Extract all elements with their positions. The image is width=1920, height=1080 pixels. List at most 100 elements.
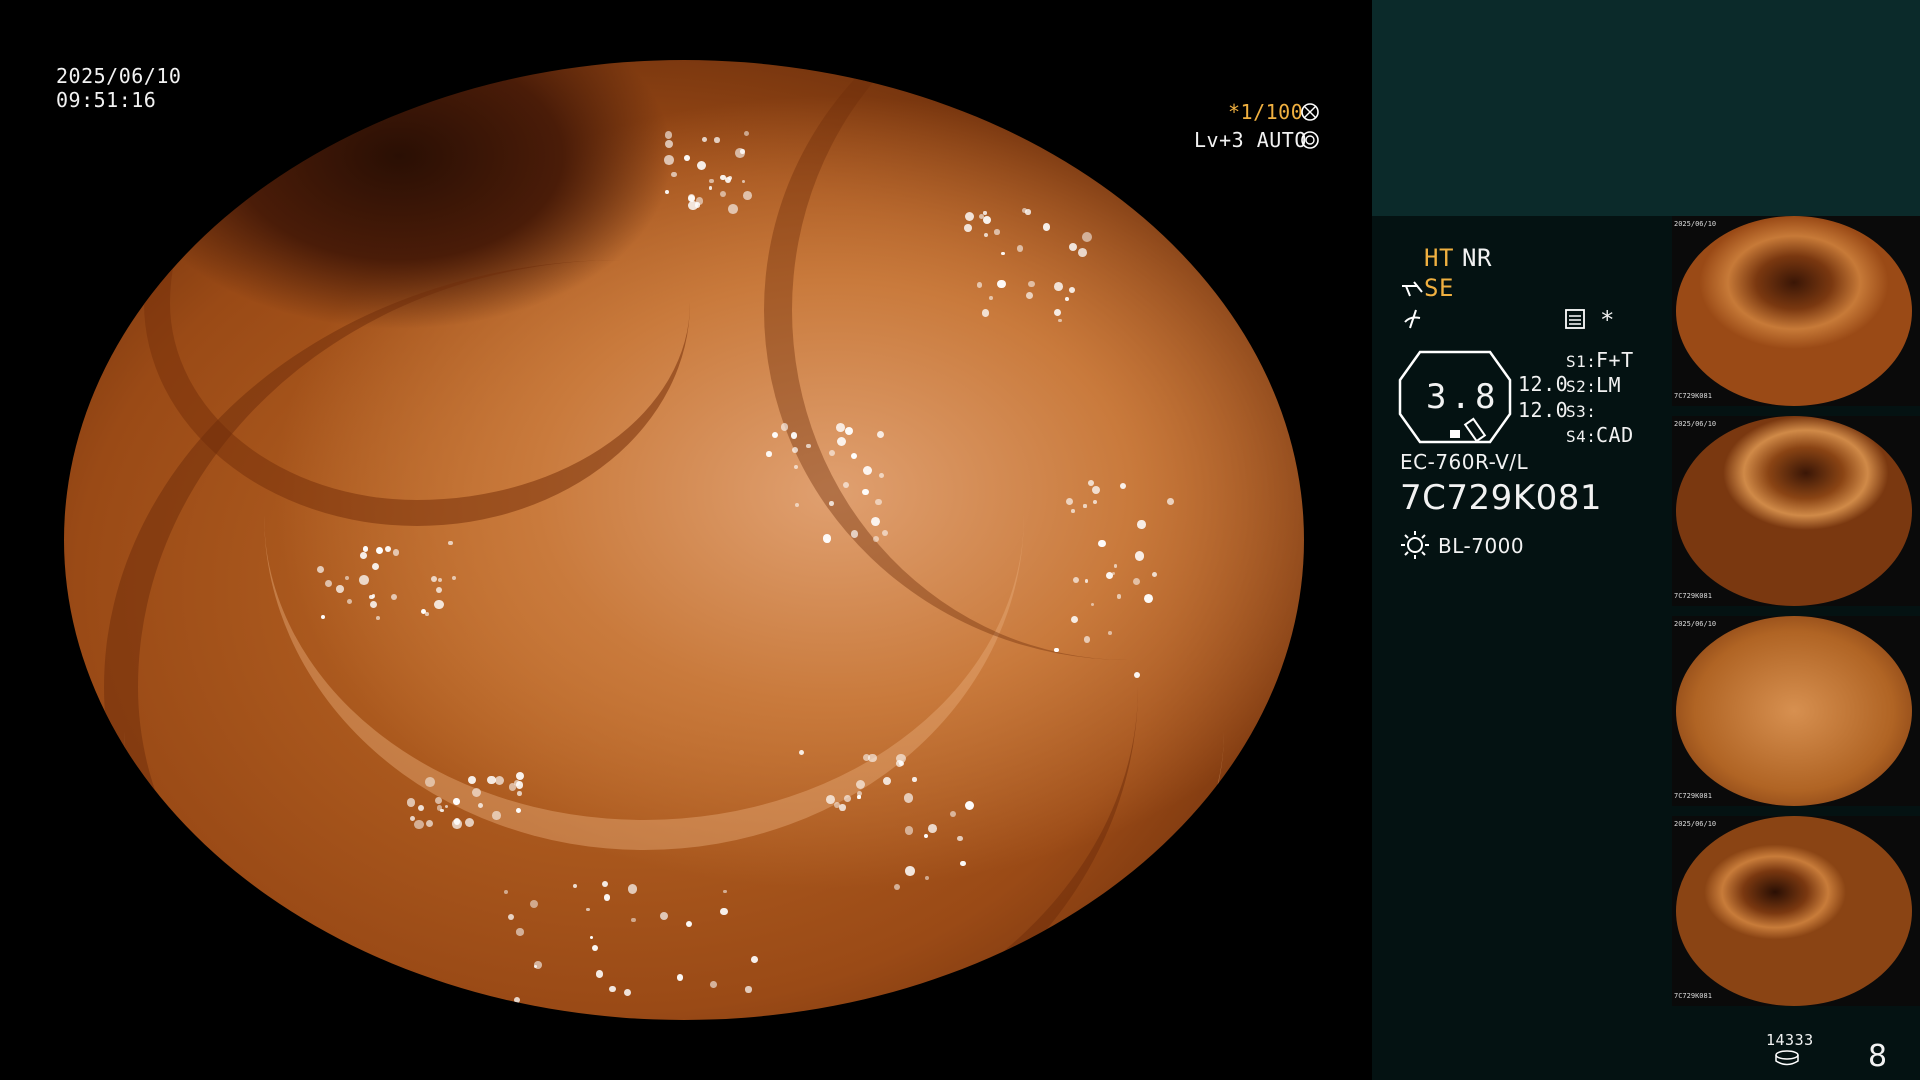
specular-highlight: [875, 499, 882, 506]
specular-highlight: [631, 917, 636, 923]
specular-highlight: [856, 779, 866, 789]
specular-highlight: [515, 772, 524, 781]
switch-label: S3:: [1566, 402, 1597, 421]
light-level: Lv+3 AUTO: [1194, 128, 1307, 152]
captured-image-thumbnail[interactable]: 2025/06/10 7C729K081: [1672, 616, 1920, 806]
specular-highlight: [683, 154, 690, 161]
specular-highlight: [515, 781, 524, 789]
specular-highlight: [516, 928, 524, 936]
captured-image-thumbnail[interactable]: 2025/06/10 7C729K081: [1672, 816, 1920, 1006]
specular-highlight: [517, 791, 522, 796]
specular-highlight: [665, 189, 669, 194]
specular-highlight: [806, 443, 811, 449]
specular-highlight: [1068, 242, 1077, 251]
specular-highlight: [1068, 287, 1075, 293]
specular-highlight: [391, 593, 397, 600]
specular-highlight: [912, 777, 917, 782]
switch-label: S2:: [1566, 377, 1597, 396]
thumbnail-id: 7C729K081: [1674, 392, 1712, 400]
specular-highlight: [592, 944, 599, 951]
specular-highlight: [981, 309, 989, 317]
specular-highlight: [447, 540, 453, 546]
specular-highlight: [1028, 281, 1035, 288]
image-count: 8: [1868, 1039, 1888, 1074]
specular-highlight: [844, 427, 853, 436]
endoscope-live-view: [64, 60, 1304, 1020]
specular-highlight: [1134, 551, 1144, 561]
specular-highlight: [439, 808, 444, 813]
specular-highlight: [586, 907, 590, 912]
specular-highlight: [882, 776, 891, 785]
thumbnail-date: 2025/06/10: [1674, 620, 1717, 628]
specular-highlight: [434, 599, 444, 610]
specular-highlight: [534, 961, 542, 969]
specular-highlight: [745, 986, 752, 993]
specular-highlight: [720, 174, 726, 181]
specular-highlight: [743, 131, 749, 137]
storage-count: 14333: [1766, 1031, 1814, 1049]
specular-highlight: [839, 804, 846, 811]
specular-highlight: [671, 171, 677, 178]
specular-highlight: [1084, 579, 1089, 583]
specular-highlight: [686, 920, 693, 927]
thumbnail-date: 2025/06/10: [1674, 820, 1717, 828]
specular-highlight: [515, 808, 521, 814]
specular-highlight: [1113, 563, 1118, 568]
magnification-value: 3.8: [1426, 377, 1500, 417]
specular-highlight: [1084, 636, 1091, 643]
specular-highlight: [1083, 504, 1087, 508]
specular-highlight: [676, 974, 684, 981]
specular-highlight: [451, 575, 457, 580]
specular-highlight: [978, 214, 984, 220]
sidebar-header-panel: [1372, 0, 1920, 216]
specular-highlight: [720, 907, 728, 916]
specular-highlight: [1058, 318, 1062, 323]
specular-highlight: [375, 547, 383, 555]
switch-label: S4:: [1566, 427, 1597, 446]
specular-highlight: [434, 796, 442, 805]
specular-highlight: [735, 148, 746, 159]
specular-highlight: [664, 131, 673, 140]
specular-highlight: [317, 565, 325, 573]
specular-highlight: [452, 819, 462, 829]
se-indicator: SE: [1424, 274, 1454, 302]
auto-iris-icon: [1301, 131, 1319, 149]
specular-highlight: [709, 178, 714, 184]
specular-highlight: [893, 884, 900, 891]
thumbnail-image: [1676, 416, 1912, 606]
specular-highlight: [727, 204, 738, 215]
specular-highlight: [766, 451, 772, 457]
exam-time: 09:51:16: [56, 88, 157, 112]
zoom-top-value: 12.0: [1518, 372, 1569, 396]
frame-mask: [0, 1020, 1372, 1080]
zoom-bottom-value: 12.0: [1518, 398, 1569, 422]
specular-highlight: [957, 835, 963, 841]
switch-value: LM: [1596, 373, 1622, 397]
light-source-model: BL-7000: [1438, 534, 1525, 558]
frame-mask: [0, 0, 1372, 60]
specular-highlight: [371, 562, 379, 570]
specular-highlight: [417, 804, 424, 811]
specular-highlight: [927, 824, 937, 834]
specular-highlight: [709, 186, 713, 190]
specular-highlight: [994, 229, 1000, 235]
specular-highlight: [1021, 207, 1027, 213]
captured-image-thumbnail[interactable]: 2025/06/10 7C729K081: [1672, 416, 1920, 606]
captured-image-thumbnail[interactable]: 2025/06/10 7C729K081: [1672, 216, 1920, 406]
specular-highlight: [836, 423, 845, 433]
specular-highlight: [905, 866, 915, 876]
structure-enhance-icon: [1402, 281, 1423, 297]
specular-highlight: [896, 759, 903, 767]
specular-highlight: [742, 190, 752, 200]
specular-highlight: [664, 155, 674, 165]
specular-highlight: [409, 816, 415, 821]
specular-highlight: [714, 137, 720, 143]
shutter-speed: *1/100: [1228, 100, 1304, 124]
specular-highlight: [359, 575, 370, 585]
specular-highlight: [688, 200, 698, 211]
specular-highlight: [413, 819, 424, 830]
specular-highlight: [1144, 594, 1154, 603]
specular-highlight: [1053, 282, 1063, 292]
specular-highlight: [742, 179, 746, 183]
light-source-icon: [1401, 531, 1429, 559]
